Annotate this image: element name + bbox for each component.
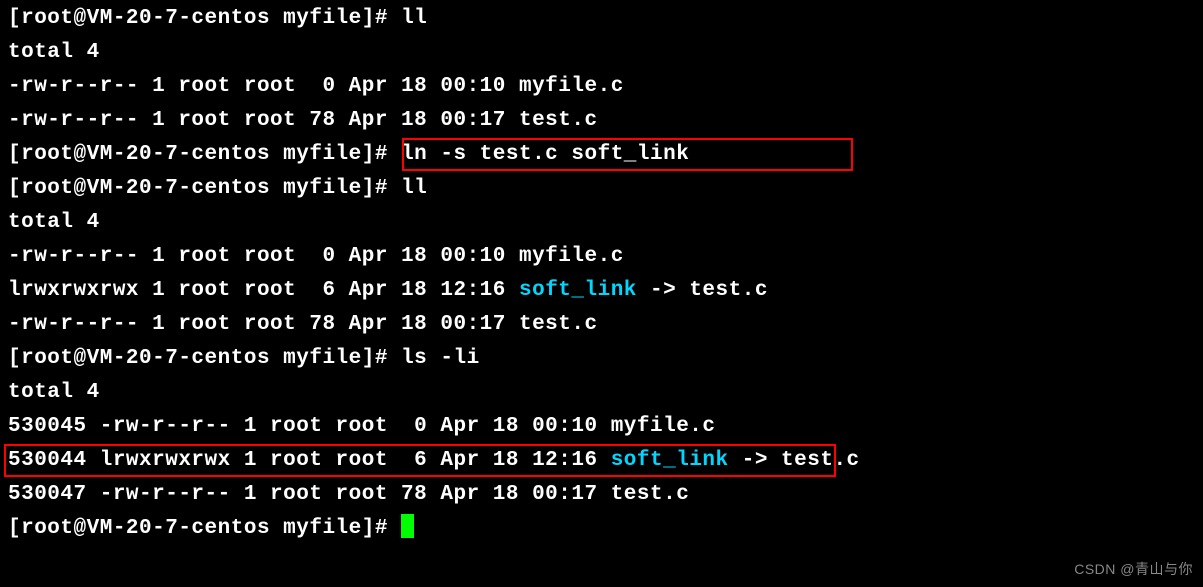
command-text: ll xyxy=(401,177,427,200)
watermark-text: CSDN @青山与你 xyxy=(1074,558,1193,581)
file-listing-row: -rw-r--r-- 1 root root 78 Apr 18 00:17 t… xyxy=(8,308,1195,342)
shell-prompt: [root@VM-20-7-centos myfile]# xyxy=(8,347,401,370)
file-listing-row: 530047 -rw-r--r-- 1 root root 78 Apr 18 … xyxy=(8,478,1195,512)
prompt-line-1: [root@VM-20-7-centos myfile]# ll xyxy=(8,2,1195,36)
prompt-line-3: [root@VM-20-7-centos myfile]# ll xyxy=(8,172,1195,206)
symlink-listing-row: 530044 lrwxrwxrwx 1 root root 6 Apr 18 1… xyxy=(8,444,1195,478)
shell-prompt: [root@VM-20-7-centos myfile]# xyxy=(8,7,401,30)
prompt-line-5[interactable]: [root@VM-20-7-centos myfile]# xyxy=(8,512,1195,546)
file-listing-row: -rw-r--r-- 1 root root 0 Apr 18 00:10 my… xyxy=(8,70,1195,104)
file-attributes: lrwxrwxrwx 1 root root 6 Apr 18 12:16 xyxy=(8,279,519,302)
symlink-name: soft_link xyxy=(519,279,637,302)
output-total: total 4 xyxy=(8,36,1195,70)
shell-prompt: [root@VM-20-7-centos myfile]# xyxy=(8,177,401,200)
file-listing-row: 530045 -rw-r--r-- 1 root root 0 Apr 18 0… xyxy=(8,410,1195,444)
symlink-target: -> test.c xyxy=(637,279,768,302)
cursor-icon xyxy=(401,514,414,538)
command-text: ln -s test.c soft_link xyxy=(401,143,689,166)
shell-prompt: [root@VM-20-7-centos myfile]# xyxy=(8,517,401,540)
prompt-line-2: [root@VM-20-7-centos myfile]# ln -s test… xyxy=(8,138,1195,172)
symlink-name: soft_link xyxy=(611,449,729,472)
file-listing-row: -rw-r--r-- 1 root root 0 Apr 18 00:10 my… xyxy=(8,240,1195,274)
command-text: ll xyxy=(401,7,427,30)
output-total: total 4 xyxy=(8,206,1195,240)
shell-prompt: [root@VM-20-7-centos myfile]# xyxy=(8,143,401,166)
symlink-listing-row: lrwxrwxrwx 1 root root 6 Apr 18 12:16 so… xyxy=(8,274,1195,308)
output-total: total 4 xyxy=(8,376,1195,410)
prompt-line-4: [root@VM-20-7-centos myfile]# ls -li xyxy=(8,342,1195,376)
symlink-target: -> test.c xyxy=(729,449,860,472)
command-text: ls -li xyxy=(401,347,480,370)
file-listing-row: -rw-r--r-- 1 root root 78 Apr 18 00:17 t… xyxy=(8,104,1195,138)
file-attributes: 530044 lrwxrwxrwx 1 root root 6 Apr 18 1… xyxy=(8,449,611,472)
